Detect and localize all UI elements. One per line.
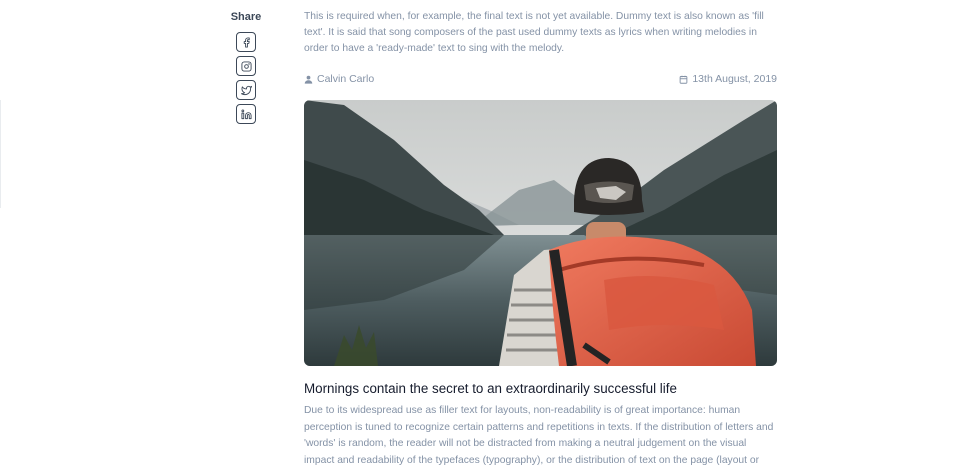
post-date: 13th August, 2019 — [679, 73, 777, 85]
author-name: Calvin Carlo — [317, 73, 375, 85]
linkedin-icon — [240, 108, 252, 119]
article-intro: This is required when, for example, the … — [304, 11, 764, 54]
calendar-icon — [680, 75, 688, 84]
post-body: Due to its widespread use as filler text… — [304, 405, 774, 466]
page-edge-divider — [0, 100, 1, 208]
facebook-icon — [243, 36, 250, 48]
linkedin-button[interactable] — [236, 104, 256, 124]
twitter-icon — [240, 85, 252, 95]
date-text: 13th August, 2019 — [692, 73, 777, 85]
lake-hiker-photo — [304, 100, 777, 366]
article-intro-block: This is required when, for example, the … — [304, 9, 777, 57]
share-title: Share — [230, 11, 262, 23]
post-title: Mornings contain the secret to an extrao… — [304, 381, 677, 396]
article-meta: Calvin Carlo 13th August, 2019 — [304, 73, 777, 87]
instagram-icon — [240, 60, 252, 72]
share-panel: Share — [226, 11, 266, 128]
article-image — [304, 100, 777, 366]
user-icon — [304, 75, 313, 84]
instagram-button[interactable] — [236, 56, 256, 76]
facebook-button[interactable] — [236, 32, 256, 52]
author-link[interactable]: Calvin Carlo — [304, 73, 374, 85]
twitter-button[interactable] — [236, 80, 256, 100]
